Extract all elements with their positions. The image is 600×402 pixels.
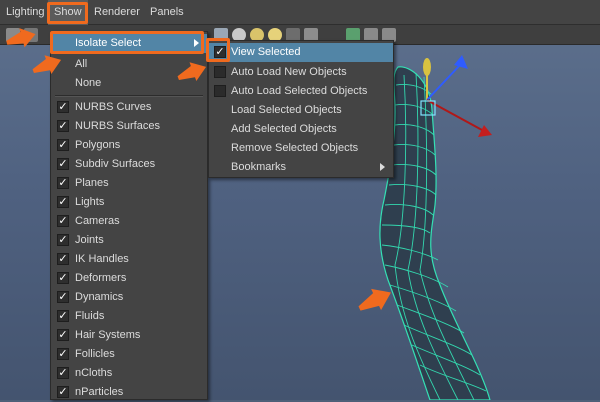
menu-show[interactable]: Show [48, 0, 88, 25]
checkmark-icon[interactable]: ✓ [57, 196, 69, 208]
checkmark-icon[interactable]: ✓ [57, 348, 69, 360]
checkmark-icon[interactable]: ✓ [57, 329, 69, 341]
show-filter-item[interactable]: ✓ NURBS Curves [51, 98, 207, 117]
checkmark-icon[interactable]: ✓ [57, 215, 69, 227]
checkbox-icon [214, 66, 226, 78]
menu-lighting[interactable]: Lighting [0, 0, 51, 25]
show-filter-item[interactable]: ✓ Polygons [51, 136, 207, 155]
load-selected-item[interactable]: Load Selected Objects [209, 101, 393, 120]
remove-selected-item[interactable]: Remove Selected Objects [209, 139, 393, 158]
view-selected-item[interactable]: ✓ View Selected [209, 43, 393, 62]
checkmark-icon[interactable]: ✓ [57, 177, 69, 189]
show-filter-item[interactable]: ✓ Subdiv Surfaces [51, 155, 207, 174]
show-filter-item[interactable]: ✓ nParticles [51, 383, 207, 402]
submenu-arrow-icon [194, 39, 199, 47]
checkmark-icon[interactable]: ✓ [57, 234, 69, 246]
show-filter-item[interactable]: ✓ IK Handles [51, 250, 207, 269]
show-filter-item[interactable]: ✓ Joints [51, 231, 207, 250]
checkbox-icon [214, 85, 226, 97]
checkmark-icon[interactable]: ✓ [57, 310, 69, 322]
menu-separator [55, 95, 203, 97]
show-menu: Isolate Select All None ✓ NURBS Curves ✓ NU… [50, 31, 208, 400]
checkmark-icon: ✓ [214, 45, 226, 58]
menu-renderer[interactable]: Renderer [88, 0, 146, 25]
submenu-arrow-icon [380, 163, 385, 171]
checkmark-icon[interactable]: ✓ [57, 253, 69, 265]
show-filter-item[interactable]: ✓ Follicles [51, 345, 207, 364]
checkmark-icon[interactable]: ✓ [57, 120, 69, 132]
show-filter-item[interactable]: ✓ Cameras [51, 212, 207, 231]
checkmark-icon[interactable]: ✓ [57, 158, 69, 170]
show-filter-item[interactable]: ✓ Deformers [51, 269, 207, 288]
callout-arrow-icon [177, 62, 207, 82]
show-filter-item[interactable]: ✓ NURBS Surfaces [51, 117, 207, 136]
panel-menubar: Lighting Show Renderer Panels [0, 0, 600, 25]
checkmark-icon[interactable]: ✓ [57, 386, 69, 398]
checkmark-icon[interactable]: ✓ [57, 367, 69, 379]
checkmark-icon[interactable]: ✓ [57, 139, 69, 151]
checkmark-icon[interactable]: ✓ [57, 272, 69, 284]
checkmark-icon[interactable]: ✓ [57, 291, 69, 303]
isolate-select-submenu: ✓ View Selected Auto Load New Objects Au… [208, 40, 394, 178]
show-filter-item[interactable]: ✓ Planes [51, 174, 207, 193]
add-selected-item[interactable]: Add Selected Objects [209, 120, 393, 139]
callout-arrow-icon [6, 28, 36, 48]
callout-arrow-icon [358, 288, 391, 311]
callout-arrow-icon [32, 55, 62, 75]
menu-panels[interactable]: Panels [144, 0, 190, 25]
isolate-select-item[interactable]: Isolate Select [51, 34, 207, 53]
auto-load-new-item[interactable]: Auto Load New Objects [209, 63, 393, 82]
show-filter-item[interactable]: ✓ Lights [51, 193, 207, 212]
show-filter-item[interactable]: ✓ nCloths [51, 364, 207, 383]
bookmarks-item[interactable]: Bookmarks [209, 158, 393, 177]
show-filter-item[interactable]: ✓ Fluids [51, 307, 207, 326]
show-filter-item[interactable]: ✓ Dynamics [51, 288, 207, 307]
checkmark-icon[interactable]: ✓ [57, 101, 69, 113]
auto-load-selected-item[interactable]: Auto Load Selected Objects [209, 82, 393, 101]
show-filter-item[interactable]: ✓ Hair Systems [51, 326, 207, 345]
